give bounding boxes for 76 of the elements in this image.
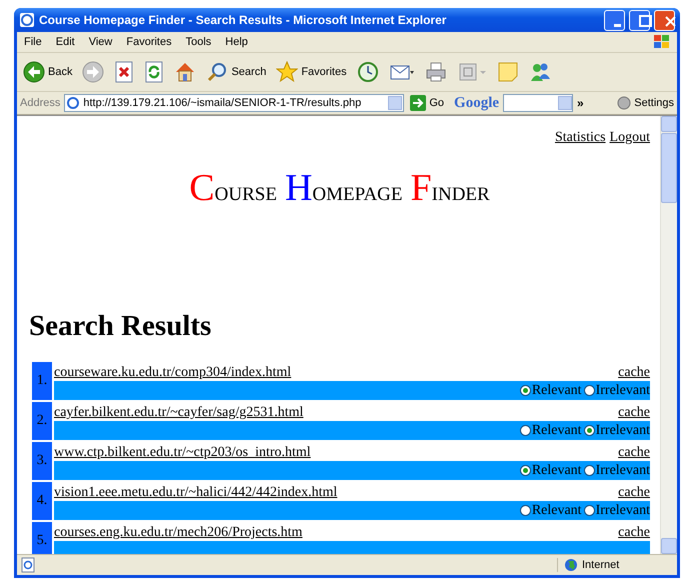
site-logo: COURSE HOMEPAGE FINDER (188, 166, 491, 210)
cache-link[interactable]: cache (618, 445, 650, 461)
star-icon[interactable] (276, 61, 298, 83)
menu-item[interactable]: Edit (48, 36, 82, 48)
result-number: 1. (32, 362, 52, 400)
edit-page-icon[interactable] (456, 61, 487, 83)
radio-label[interactable]: Relevant (532, 382, 582, 398)
maximize-button[interactable] (629, 10, 650, 30)
menu-item[interactable]: Help (218, 36, 255, 48)
people-icon[interactable] (528, 61, 551, 83)
logo-initial: C (189, 167, 215, 209)
cache-link[interactable]: cache (618, 525, 650, 541)
result-link[interactable]: vision1.eee.metu.edu.tr/~halici/442/442index.html (54, 485, 338, 501)
radio-label[interactable]: Irrelevant (596, 382, 650, 398)
result-number: 4. (32, 482, 52, 520)
house-icon[interactable] (174, 61, 196, 83)
radio-label[interactable]: Irrelevant (596, 502, 650, 518)
cache-link[interactable]: cache (618, 485, 650, 501)
toolbar-label[interactable]: Search (231, 66, 266, 78)
toolbar-label[interactable]: Back (48, 66, 72, 78)
close-button[interactable] (654, 10, 675, 30)
minimize-icon (614, 24, 621, 27)
window-title: Course Homepage Finder - Search Results - Microsoft Internet Explorer (39, 13, 448, 27)
result-link[interactable]: www.ctp.bilkent.edu.tr/~ctp203/os_intro.html (54, 445, 311, 461)
page-icon (20, 557, 36, 573)
radio-label[interactable]: Irrelevant (596, 462, 650, 478)
page-heading: Search Results (29, 310, 212, 344)
radio-button[interactable] (584, 465, 595, 476)
radio-label[interactable]: Relevant (532, 422, 582, 438)
logo-initial: H (284, 167, 312, 209)
radio-button[interactable] (520, 425, 531, 436)
result-number: 5. (32, 522, 52, 554)
menu-item[interactable]: View (82, 36, 120, 48)
radio-button[interactable] (584, 425, 595, 436)
cache-link[interactable]: cache (618, 405, 650, 421)
menu-item[interactable]: Favorites (119, 36, 179, 48)
menu-item[interactable]: File (17, 36, 49, 48)
more-chevron[interactable]: » (577, 96, 584, 110)
globe-icon (564, 558, 578, 572)
logo-initial: F (410, 167, 432, 209)
menu-item[interactable]: Tools (178, 36, 218, 48)
result-link[interactable]: courseware.ku.edu.tr/comp304/index.html (54, 365, 292, 381)
result-number: 3. (32, 442, 52, 480)
google-search-field[interactable] (503, 94, 574, 112)
go-button[interactable]: Go (408, 95, 450, 111)
radio-button[interactable] (520, 505, 531, 516)
cache-link[interactable]: cache (618, 365, 650, 381)
refresh-icon[interactable] (144, 61, 164, 83)
result-link[interactable]: courses.eng.ku.edu.tr/mech206/Projects.htm (54, 525, 302, 541)
toolbar-label[interactable]: Favorites (301, 66, 347, 78)
radio-label[interactable]: Relevant (532, 462, 582, 478)
windows-flag-icon (653, 34, 671, 50)
clock-icon[interactable] (356, 61, 379, 83)
result-link[interactable]: cayfer.bilkent.edu.tr/~cayfer/sag/g2531.html (54, 405, 304, 421)
result-number: 2. (32, 402, 52, 440)
header-link[interactable]: Statistics (554, 130, 606, 146)
google-logo: Google (454, 94, 500, 112)
page-globe-icon (66, 96, 80, 110)
radio-button[interactable] (584, 505, 595, 516)
minimize-button[interactable] (604, 10, 625, 30)
url-field[interactable]: http://139.179.21.106/~ismaila/SENIOR-1-TR/results.php (64, 94, 404, 112)
header-link[interactable]: Logout (610, 130, 650, 146)
stop-icon[interactable] (114, 61, 134, 83)
settings-icon (617, 96, 632, 110)
address-label: Address (20, 97, 60, 109)
radio-button[interactable] (520, 385, 531, 396)
scrollbar[interactable] (660, 116, 677, 554)
search-icon[interactable] (206, 61, 228, 83)
radio-button[interactable] (584, 385, 595, 396)
browser-icon (19, 12, 35, 28)
radio-label[interactable]: Irrelevant (596, 422, 650, 438)
radio-button[interactable] (520, 465, 531, 476)
settings-button[interactable]: Settings (617, 96, 674, 110)
zone-label: Internet (582, 559, 620, 571)
radio-label[interactable]: Relevant (532, 502, 582, 518)
printer-icon[interactable] (424, 61, 447, 83)
